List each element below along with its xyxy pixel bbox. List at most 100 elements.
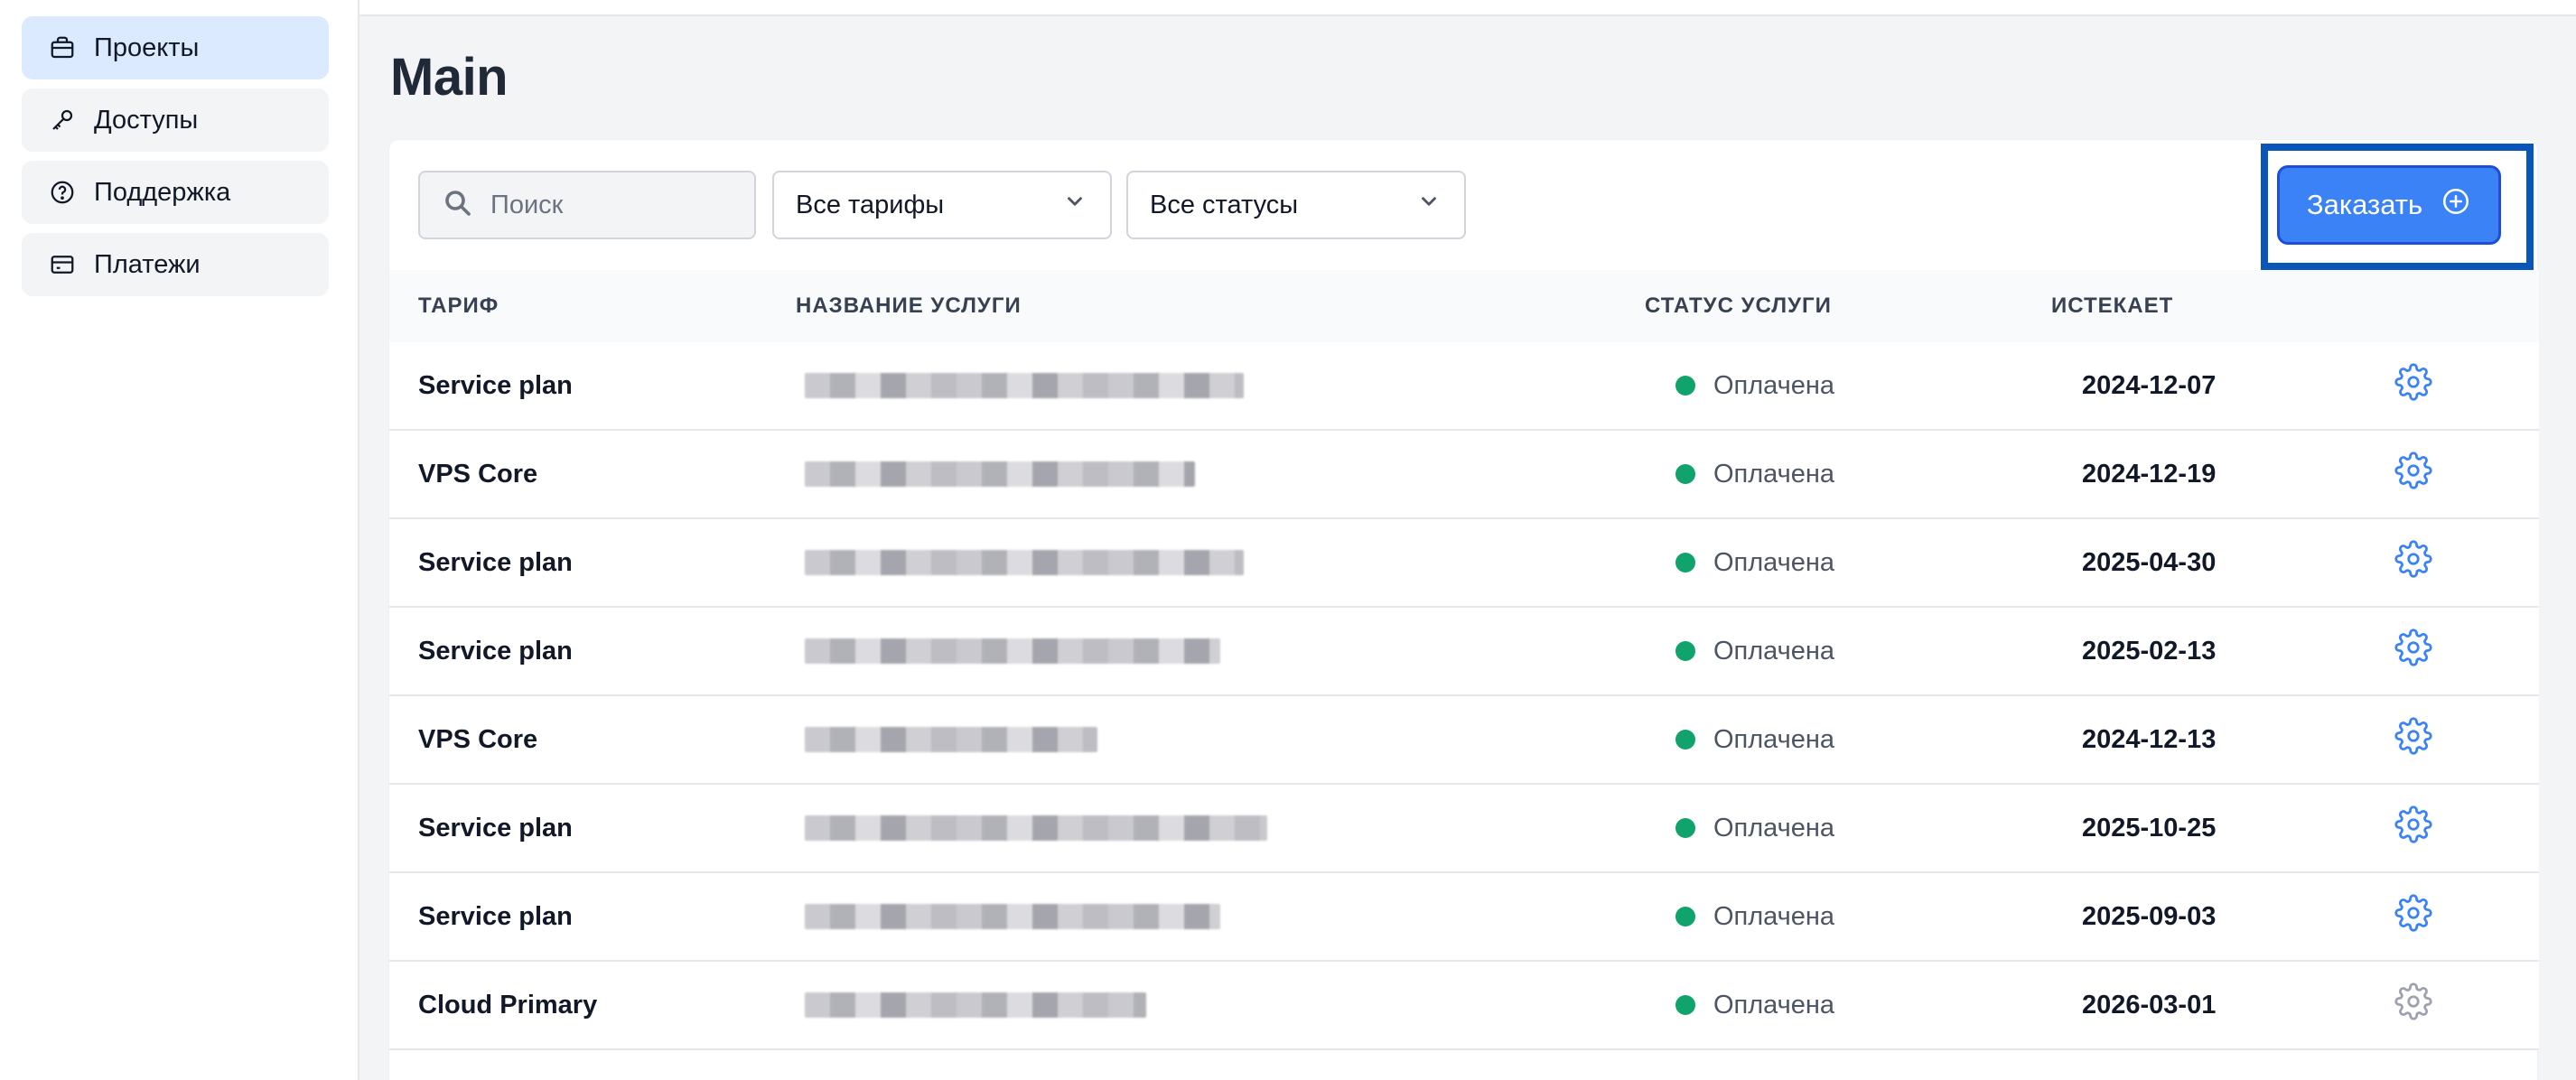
settings-button[interactable] [2394, 608, 2432, 694]
service-name-cell[interactable] [805, 608, 1220, 694]
sidebar-item-label: Проекты [94, 33, 200, 62]
redacted-service-name [805, 373, 1244, 398]
gear-icon [2394, 540, 2432, 585]
settings-button[interactable] [2394, 519, 2432, 606]
expires-cell: 2024-12-13 [2082, 724, 2217, 754]
search-box[interactable] [418, 171, 756, 239]
status-label: Оплачена [1713, 636, 1835, 666]
service-name-cell[interactable] [805, 873, 1220, 960]
sidebar-item-access[interactable]: Доступы [22, 88, 329, 152]
status-cell: Оплачена [1675, 431, 1834, 517]
expires-cell: 2025-10-25 [2082, 813, 2217, 843]
status-label: Оплачена [1713, 990, 1835, 1019]
table-row[interactable]: Service plan Оплачена 2025-02-13 [389, 608, 2539, 696]
status-label: Оплачена [1713, 724, 1835, 754]
redacted-service-name [805, 638, 1220, 664]
service-name-cell[interactable] [805, 962, 1146, 1048]
table-row[interactable]: VPS Core Оплачена 2024-12-19 [389, 431, 2539, 519]
tariff-filter-select[interactable]: Все тарифы [772, 171, 1112, 239]
table-row[interactable]: VPS Core Оплачена 2024-12-13 [389, 696, 2539, 785]
status-dot-icon [1675, 553, 1695, 573]
tariff-cell: Service plan [418, 547, 573, 577]
column-header-tariff: ТАРИФ [418, 293, 499, 318]
service-name-cell[interactable] [805, 519, 1244, 606]
sidebar: Проекты Доступы Поддержка Платежи [0, 0, 359, 1080]
status-cell: Оплачена [1675, 608, 1834, 694]
sidebar-item-label: Платежи [94, 249, 201, 279]
table-header: ТАРИФ НАЗВАНИЕ УСЛУГИ СТАТУС УСЛУГИ ИСТЕ… [389, 270, 2539, 342]
page-title: Main [390, 48, 509, 107]
expires-cell: 2025-04-30 [2082, 547, 2217, 577]
status-dot-icon [1675, 907, 1695, 926]
settings-button[interactable] [2394, 431, 2432, 517]
redacted-service-name [805, 992, 1146, 1018]
redacted-service-name [805, 550, 1244, 575]
tariff-cell: Cloud Primary [418, 990, 598, 1019]
table-row[interactable]: Service plan Оплачена 2025-09-03 [389, 873, 2539, 962]
order-button-label: Заказать [2306, 189, 2423, 220]
table-row[interactable]: Service plan Оплачена 2025-04-30 [389, 519, 2539, 608]
settings-button[interactable] [2394, 342, 2432, 429]
status-cell: Оплачена [1675, 696, 1834, 783]
status-dot-icon [1675, 995, 1695, 1015]
sidebar-item-label: Доступы [94, 105, 199, 135]
help-circle-icon [49, 179, 76, 206]
sidebar-item-payments[interactable]: Платежи [22, 233, 329, 296]
tariff-cell: Service plan [418, 813, 573, 843]
key-icon [49, 107, 76, 134]
settings-button[interactable] [2394, 696, 2432, 783]
service-name-cell[interactable] [805, 431, 1195, 517]
sidebar-item-projects[interactable]: Проекты [22, 16, 329, 79]
redacted-service-name [805, 904, 1220, 929]
status-dot-icon [1675, 641, 1695, 661]
tariff-cell: Service plan [418, 901, 573, 931]
table-row[interactable]: Service plan Оплачена 2024-12-07 [389, 342, 2539, 431]
chevron-down-icon [1417, 190, 1441, 220]
settings-button[interactable] [2394, 785, 2432, 871]
redacted-service-name [805, 461, 1195, 487]
column-header-service-name: НАЗВАНИЕ УСЛУГИ [796, 293, 1022, 318]
status-cell: Оплачена [1675, 519, 1834, 606]
app-root: Проекты Доступы Поддержка Платежи Main П… [0, 0, 2576, 1080]
sidebar-item-support[interactable]: Поддержка [22, 161, 329, 224]
tariff-cell: VPS Core [418, 459, 538, 489]
status-cell: Оплачена [1675, 962, 1834, 1048]
status-dot-icon [1675, 464, 1695, 484]
service-name-cell[interactable] [805, 342, 1244, 429]
tariff-cell: Service plan [418, 370, 573, 400]
services-card: Все тарифы Все статусы Заказать [388, 139, 2539, 1080]
gear-icon [2394, 894, 2432, 939]
settings-button[interactable] [2394, 962, 2432, 1048]
gear-icon [2394, 982, 2432, 1028]
tariff-filter-value: Все тарифы [796, 190, 945, 219]
top-bar [359, 0, 2576, 16]
expires-cell: 2025-02-13 [2082, 636, 2217, 666]
table-row[interactable]: Service plan Оплачена 2025-10-25 [389, 785, 2539, 873]
search-input[interactable] [490, 190, 743, 220]
status-filter-select[interactable]: Все статусы [1126, 171, 1466, 239]
gear-icon [2394, 628, 2432, 674]
expires-cell: 2024-12-07 [2082, 370, 2217, 400]
status-cell: Оплачена [1675, 785, 1834, 871]
status-cell: Оплачена [1675, 873, 1834, 960]
plus-circle-icon [2422, 186, 2471, 224]
sidebar-item-label: Поддержка [94, 177, 231, 207]
settings-button[interactable] [2394, 873, 2432, 960]
status-filter-value: Все статусы [1150, 190, 1299, 219]
credit-card-icon [49, 251, 76, 278]
status-dot-icon [1675, 818, 1695, 838]
status-label: Оплачена [1713, 547, 1835, 577]
order-button[interactable]: Заказать [2277, 165, 2501, 245]
redacted-service-name [805, 815, 1267, 841]
status-label: Оплачена [1713, 370, 1835, 400]
status-dot-icon [1675, 730, 1695, 749]
service-name-cell[interactable] [805, 785, 1267, 871]
expires-cell: 2026-03-01 [2082, 990, 2217, 1019]
status-label: Оплачена [1713, 901, 1835, 931]
table-row[interactable]: Cloud Primary Оплачена 2026-03-01 [389, 962, 2539, 1050]
tariff-cell: VPS Core [418, 724, 538, 754]
tariff-cell: Service plan [418, 636, 573, 666]
expires-cell: 2024-12-19 [2082, 459, 2217, 489]
column-header-expires: ИСТЕКАЕТ [2051, 293, 2174, 318]
service-name-cell[interactable] [805, 696, 1097, 783]
